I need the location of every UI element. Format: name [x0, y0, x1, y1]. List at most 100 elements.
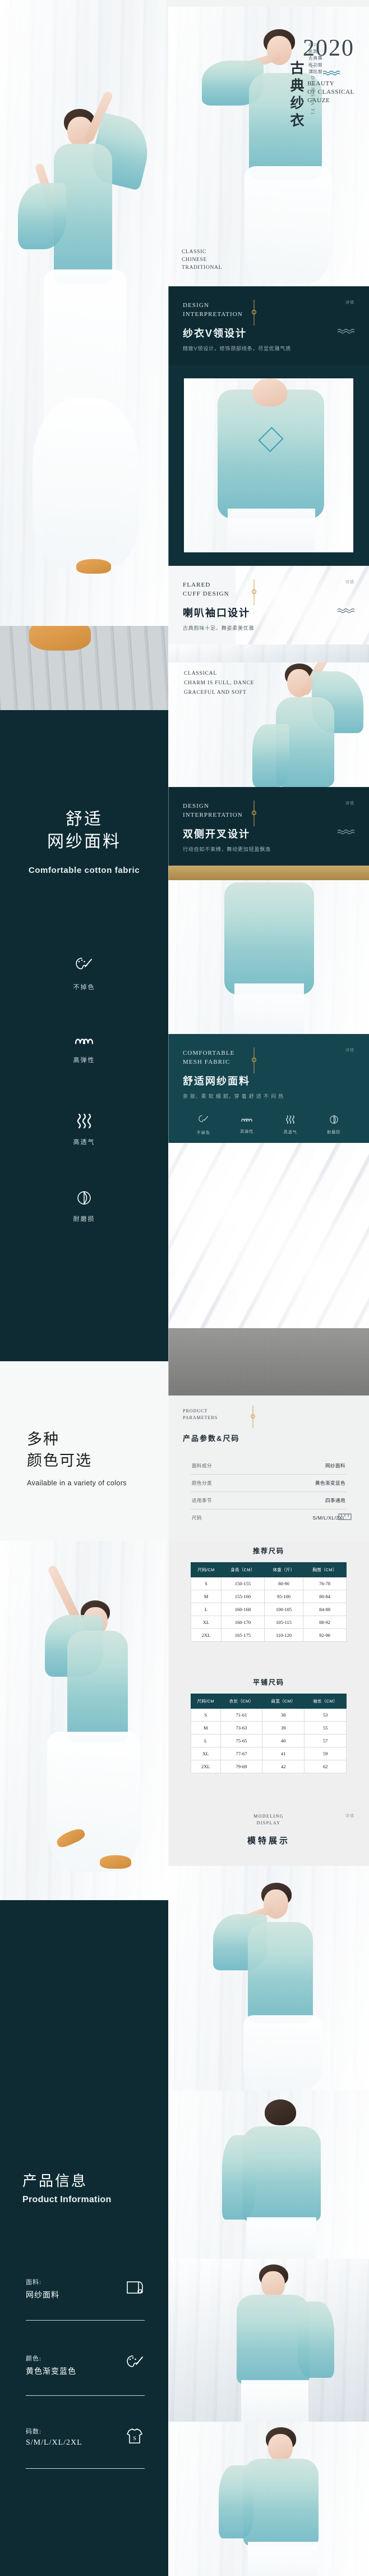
linen-texture-photo — [168, 1328, 369, 1395]
wave-ornament-icon — [322, 68, 340, 76]
product-information-title-english: Product Information — [22, 2195, 112, 2204]
table-cell: 41 — [262, 1747, 305, 1760]
table-cell: 105-115 — [264, 1616, 304, 1629]
pin-ornament-icon — [251, 300, 257, 328]
table-cell: 155-160 — [221, 1590, 265, 1603]
wave-ornament-icon — [337, 327, 355, 337]
table-cell: 88-92 — [303, 1616, 347, 1629]
banner-mini-label-v-neck: 详情 — [345, 301, 354, 305]
model-display-header: MODELING DISPLAY 模特展示 详情 — [168, 1799, 369, 1866]
pin-ornament-icon — [251, 1047, 257, 1076]
parameter-key: 尺码 — [192, 1515, 202, 1521]
fabric-chip: 不掉色 — [197, 1115, 210, 1136]
fabric-title-line2: 网纱面料 — [47, 832, 121, 851]
table-cell: 38 — [262, 1708, 305, 1722]
table-cell: L — [190, 1603, 222, 1616]
parameter-row: 颜色分类 黄色渐变蓝色 — [191, 1475, 347, 1492]
classical-caption-photo: CLASSICAL CHARM IS FULL, DANCE GRACEFUL … — [168, 662, 369, 787]
breathable-icon — [76, 1113, 93, 1131]
feature-label: 高透气 — [73, 1139, 95, 1146]
product-info-row-fabric: 面料: 网纱面料 — [26, 2277, 145, 2300]
banner-chinese-cross-tie: 双侧开叉设计 — [183, 829, 250, 840]
color-title-line1: 多种 — [27, 1431, 59, 1448]
fabric-banner-mini-label: 详情 — [345, 1049, 354, 1053]
table-cell: 59 — [304, 1747, 347, 1760]
parameter-row: 尺码 S/M/L/XL/2XL — [191, 1509, 347, 1526]
parameter-row: 适用季节 四季通用 — [191, 1492, 347, 1509]
parameter-rows: 面料成分 网纱面料 颜色分类 黄色渐变蓝色 适用季节 四季通用 尺码 S/M/L… — [191, 1457, 347, 1526]
fabric-chip-label: 高弹性 — [240, 1129, 254, 1134]
table-cell: 53 — [304, 1708, 347, 1722]
fabric-chip: 高弹性 — [240, 1116, 253, 1134]
table-cell: M — [191, 1721, 221, 1735]
table-header-cell: 身高（CM） — [221, 1562, 265, 1577]
table-cell: XL — [191, 1747, 221, 1760]
parameter-key: 适用季节 — [192, 1498, 213, 1503]
parameter-row: 面料成分 网纱面料 — [191, 1457, 347, 1475]
elastic-icon — [74, 1038, 94, 1049]
fabric-banner-english: COMFORTABLE MESH FABRIC — [183, 1050, 235, 1065]
model-display-mini-label: 详情 — [345, 1814, 354, 1818]
ruler-icon — [338, 1509, 352, 1527]
fabric-feature-section: 舒适 网纱面料 Comfortable cotton fabric 不掉色 高弹… — [0, 710, 168, 1361]
fabric-chip-row: 不掉色 高弹性 高透气 耐磨损 — [168, 1107, 369, 1143]
banner-note-cross-tie: 行动自如不束缚，舞动更加轻盈飘逸 — [183, 847, 271, 852]
feature-label: 不掉色 — [73, 984, 95, 991]
product-information-title: 产品信息 — [22, 2172, 88, 2189]
table-cell: 55 — [304, 1721, 347, 1735]
hero-side-note: 2020 新款 古典舞 练功服 演出服 — [308, 42, 323, 74]
design-banner-v-neck: DESIGN INTERPRETATION 纱衣V领设计 精致V领设计，修饰颈部… — [168, 286, 369, 365]
table-cell: S — [190, 1577, 222, 1590]
table-header-cell: 衣长（CM） — [220, 1694, 263, 1709]
table-cell: 80-84 — [303, 1590, 347, 1603]
color-model-photo — [0, 1541, 168, 1900]
table-cell: XL — [190, 1616, 222, 1629]
banner-english-flared-cuff: FLARED CUFF DESIGN — [183, 582, 229, 597]
size-table-title: 推荐尺码 — [252, 1547, 284, 1555]
table-header-cell: 体重（斤） — [264, 1562, 304, 1577]
size-table-flat: 平铺尺码 尺码/CM 衣长（CM） 肩宽（CM） 袖长（CM） S 71-61 … — [168, 1672, 369, 1799]
model-display-english: MODELING DISPLAY — [253, 1814, 284, 1825]
table-header-cell: 肩宽（CM） — [262, 1694, 305, 1709]
parameter-value: 黄色渐变蓝色 — [315, 1480, 345, 1486]
table-cell: 42 — [262, 1760, 305, 1773]
table-cell: 84-88 — [303, 1603, 347, 1616]
table-cell: M — [190, 1590, 222, 1603]
table-cell: 73-63 — [220, 1721, 263, 1735]
table-header-row: 尺码/CM 衣长（CM） 肩宽（CM） 袖长（CM） — [191, 1694, 347, 1709]
table-row: 2XL 79-69 42 62 — [191, 1760, 347, 1773]
table-cell: 110-120 — [264, 1628, 304, 1642]
tshirt-size-icon: S — [124, 2428, 145, 2447]
size-table-recommended: 推荐尺码 尺码/CM 身高（CM） 体重（斤） 胸围（CM） S 150-155… — [168, 1541, 369, 1672]
table-cell: 57 — [304, 1734, 347, 1747]
table-cell: 160-168 — [221, 1603, 265, 1616]
table-header-cell: 袖长（CM） — [304, 1694, 347, 1709]
hero-model-photo-left — [0, 0, 168, 694]
fabric-macro-photo — [168, 1143, 369, 1328]
design-banner-flared-cuff: FLARED CUFF DESIGN 喇叭袖口设计 古典韵味十足，舞姿柔美优雅 … — [168, 566, 369, 644]
detail-photo-v-neck — [168, 365, 369, 566]
table-cell: 76-78 — [303, 1577, 347, 1590]
table-cell: 71-61 — [220, 1708, 263, 1722]
color-title-line2: 颜色可选 — [27, 1452, 92, 1469]
ballet-shoe-photo — [0, 626, 168, 710]
product-info-divider — [26, 2320, 145, 2321]
wave-ornament-icon — [337, 827, 355, 838]
product-info-row-size: 码数: S/M/L/XL/2XL S — [26, 2427, 145, 2447]
hero-model-photo-right: 2020 BEAUTY OF CLASSICAL GAUZE 古典纱衣 GU D… — [168, 7, 369, 286]
product-detail-page: 2020 BEAUTY OF CLASSICAL GAUZE 古典纱衣 GU D… — [0, 0, 369, 2576]
parameter-value: 网纱面料 — [325, 1463, 345, 1468]
table-header-row: 尺码/CM 身高（CM） 体重（斤） 胸围（CM） — [190, 1562, 347, 1577]
fabric-chip-label: 不掉色 — [196, 1131, 210, 1135]
abrasion-icon — [76, 1191, 92, 1208]
parameter-key: 颜色分类 — [192, 1480, 213, 1486]
wave-ornament-icon — [337, 606, 355, 616]
feature-abrasion-resistant: 耐磨损 — [0, 1190, 168, 1223]
color-section: 多种 颜色可选 Available in a variety of colors — [0, 1361, 168, 1541]
table-cell: 100-105 — [264, 1603, 304, 1616]
table-row: XL 160-170 105-115 88-92 — [190, 1616, 347, 1629]
model-photo-3 — [168, 2259, 369, 2422]
feature-breathable: 高透气 — [0, 1113, 168, 1146]
size-table-title: 平铺尺码 — [252, 1678, 284, 1686]
banner-english-v-neck: DESIGN INTERPRETATION — [183, 302, 243, 318]
